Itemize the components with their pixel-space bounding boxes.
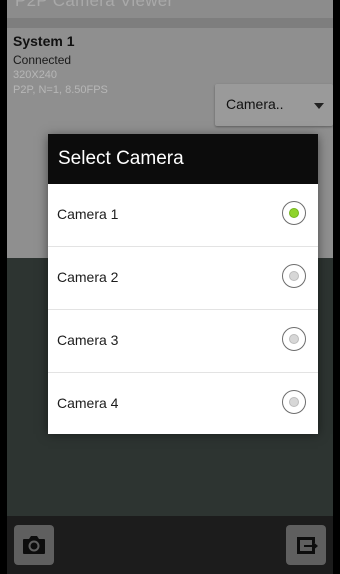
radio-button-checked[interactable] bbox=[282, 201, 306, 225]
camera-option-label: Camera 4 bbox=[57, 395, 119, 411]
camera-options-list: Camera 1 Camera 2 Camera 3 Camera 4 bbox=[48, 184, 318, 434]
camera-spinner-label: Camera.. bbox=[226, 96, 284, 112]
camera-option-label: Camera 2 bbox=[57, 269, 119, 285]
camera-spinner[interactable]: Camera.. bbox=[215, 84, 333, 126]
radio-button[interactable] bbox=[282, 390, 306, 414]
dropdown-arrow-icon bbox=[314, 103, 324, 109]
radio-button[interactable] bbox=[282, 327, 306, 351]
select-camera-dialog: Select Camera Camera 1 Camera 2 Camera 3… bbox=[48, 134, 318, 434]
dialog-title: Select Camera bbox=[58, 148, 184, 169]
title-divider bbox=[7, 18, 333, 28]
snapshot-button[interactable] bbox=[14, 525, 54, 565]
system-stats: P2P, N=1, 8.50FPS bbox=[13, 84, 108, 96]
camera-option[interactable]: Camera 2 bbox=[48, 247, 318, 310]
system-name: System 1 bbox=[13, 33, 75, 49]
radio-dot-icon bbox=[289, 334, 299, 344]
exit-icon bbox=[297, 537, 318, 554]
dialog-header: Select Camera bbox=[48, 134, 318, 184]
camera-option-label: Camera 1 bbox=[57, 206, 119, 222]
app-screen: P2P Camera Viewer System 1 Connected 320… bbox=[7, 0, 333, 574]
radio-dot-icon bbox=[289, 271, 299, 281]
system-resolution: 320X240 bbox=[13, 69, 58, 81]
radio-dot-icon bbox=[289, 208, 299, 218]
system-status: Connected bbox=[13, 53, 72, 67]
camera-option[interactable]: Camera 3 bbox=[48, 310, 318, 373]
radio-dot-icon bbox=[289, 397, 299, 407]
camera-option[interactable]: Camera 1 bbox=[48, 184, 318, 247]
camera-icon bbox=[23, 536, 45, 554]
camera-option-label: Camera 3 bbox=[57, 332, 119, 348]
exit-button[interactable] bbox=[286, 525, 326, 565]
bottom-toolbar bbox=[7, 516, 333, 574]
radio-button[interactable] bbox=[282, 264, 306, 288]
app-title: P2P Camera Viewer bbox=[15, 0, 174, 10]
camera-option[interactable]: Camera 4 bbox=[48, 373, 318, 434]
